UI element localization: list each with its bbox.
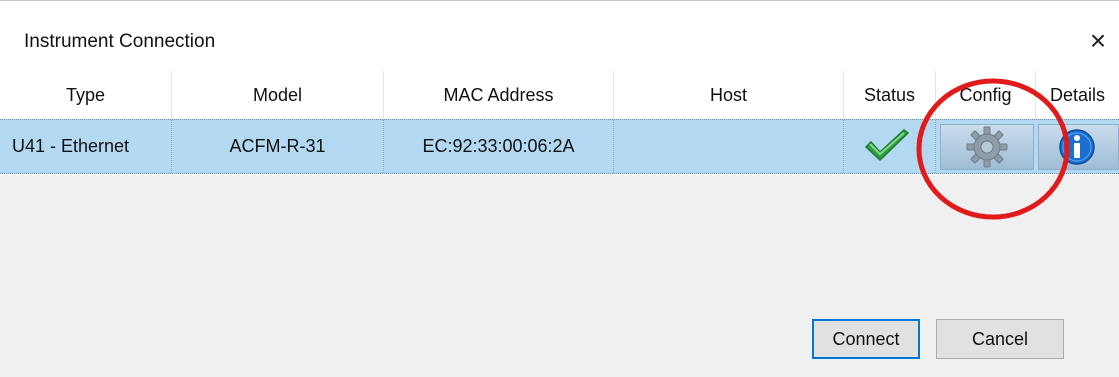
config-button[interactable]	[940, 124, 1034, 170]
instrument-grid: Type Model MAC Address Host Status Confi…	[0, 71, 1119, 175]
column-header-model[interactable]: Model	[172, 71, 384, 119]
connect-button[interactable]: Connect	[812, 319, 920, 359]
gear-icon	[966, 126, 1008, 168]
table-row[interactable]: U41 - Ethernet ACFM-R-31 EC:92:33:00:06:…	[0, 119, 1119, 174]
checkmark-icon	[864, 129, 910, 162]
cell-model: ACFM-R-31	[172, 120, 384, 173]
dialog-title: Instrument Connection	[24, 31, 216, 52]
info-icon	[1059, 129, 1095, 165]
column-header-details[interactable]: Details	[1036, 71, 1119, 119]
cell-mac-address: EC:92:33:00:06:2A	[384, 120, 614, 173]
title-bar: Instrument Connection ×	[0, 1, 1119, 71]
column-header-host[interactable]: Host	[614, 71, 844, 119]
column-header-config[interactable]: Config	[936, 71, 1036, 119]
column-header-type[interactable]: Type	[0, 71, 172, 119]
instrument-connection-dialog: Instrument Connection × Type Model MAC A…	[0, 0, 1119, 377]
cell-host	[614, 120, 844, 173]
column-header-mac-address[interactable]: MAC Address	[384, 71, 614, 119]
cancel-button[interactable]: Cancel	[936, 319, 1064, 359]
close-icon[interactable]: ×	[1080, 23, 1116, 59]
details-button[interactable]	[1038, 124, 1119, 170]
cell-status	[844, 120, 936, 173]
column-header-status[interactable]: Status	[844, 71, 936, 119]
cell-type: U41 - Ethernet	[0, 120, 172, 173]
